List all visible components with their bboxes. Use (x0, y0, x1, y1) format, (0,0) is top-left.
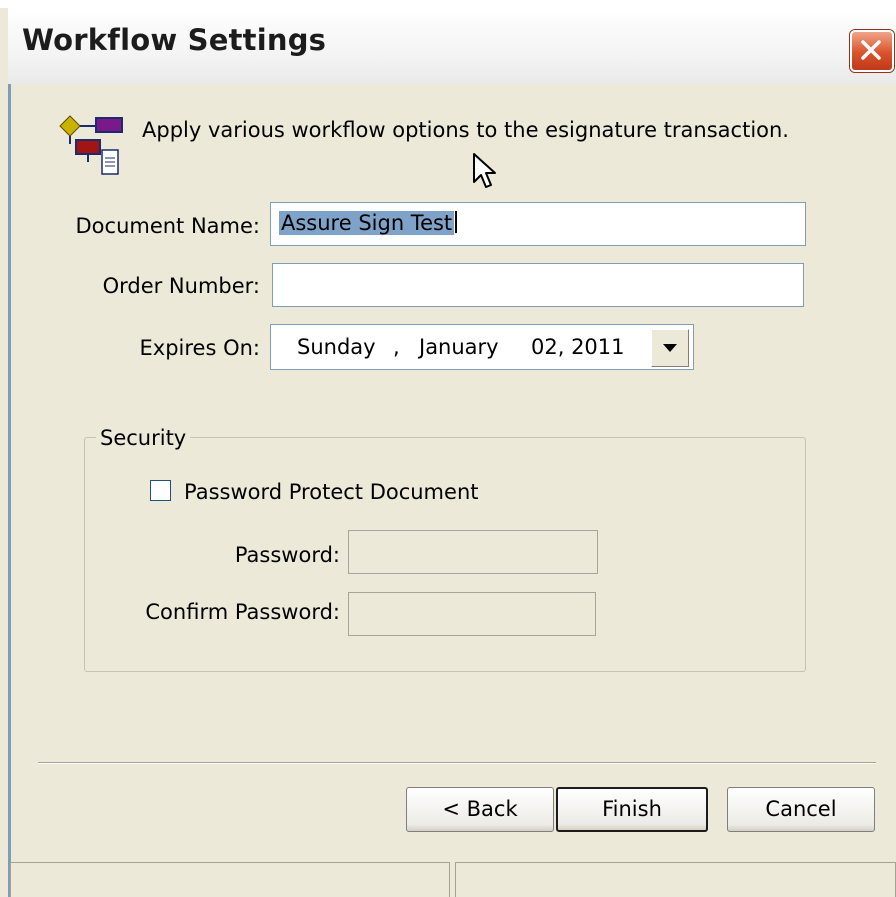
confirm-password-label: Confirm Password: (145, 600, 340, 624)
expires-separator: , (393, 335, 400, 359)
password-label: Password: (234, 543, 340, 567)
workflow-settings-dialog: Workflow Settings Apply various workflow… (0, 0, 896, 897)
password-field[interactable] (348, 530, 598, 574)
window-left-border (8, 84, 11, 897)
order-number-field[interactable] (272, 263, 804, 307)
password-protect-label[interactable]: Password Protect Document (184, 480, 478, 504)
expires-day-year[interactable]: 02, 2011 (531, 335, 625, 359)
cancel-button[interactable]: Cancel (727, 787, 875, 832)
back-button[interactable]: < Back (406, 787, 554, 832)
document-name-field[interactable]: Assure Sign Test (270, 202, 806, 246)
expires-on-date-picker[interactable]: Sunday , January 02, 2011 (270, 324, 694, 370)
status-bar-pane-left (10, 862, 450, 897)
workflow-icon (59, 115, 123, 175)
document-name-label: Document Name: (75, 214, 261, 238)
expires-weekday[interactable]: Sunday (297, 335, 376, 359)
dialog-description: Apply various workflow options to the es… (142, 118, 789, 142)
expires-on-label: Expires On: (139, 336, 260, 360)
security-group-label: Security (96, 426, 191, 450)
button-separator-highlight (38, 763, 876, 764)
close-icon (861, 40, 881, 60)
close-button[interactable] (850, 30, 894, 72)
document-name-value: Assure Sign Test (279, 211, 458, 235)
expires-month[interactable]: January (419, 335, 499, 359)
order-number-label: Order Number: (102, 274, 260, 298)
date-dropdown-button[interactable] (651, 329, 689, 367)
confirm-password-field[interactable] (348, 592, 596, 636)
title-bar[interactable]: Workflow Settings (8, 8, 896, 84)
window-top-edge (0, 0, 896, 8)
finish-button[interactable]: Finish (556, 787, 708, 832)
mouse-cursor-icon (473, 153, 496, 188)
password-protect-checkbox[interactable] (150, 480, 171, 501)
chevron-down-icon (663, 344, 677, 352)
status-bar-pane-right (455, 862, 896, 897)
window-title: Workflow Settings (22, 23, 327, 57)
